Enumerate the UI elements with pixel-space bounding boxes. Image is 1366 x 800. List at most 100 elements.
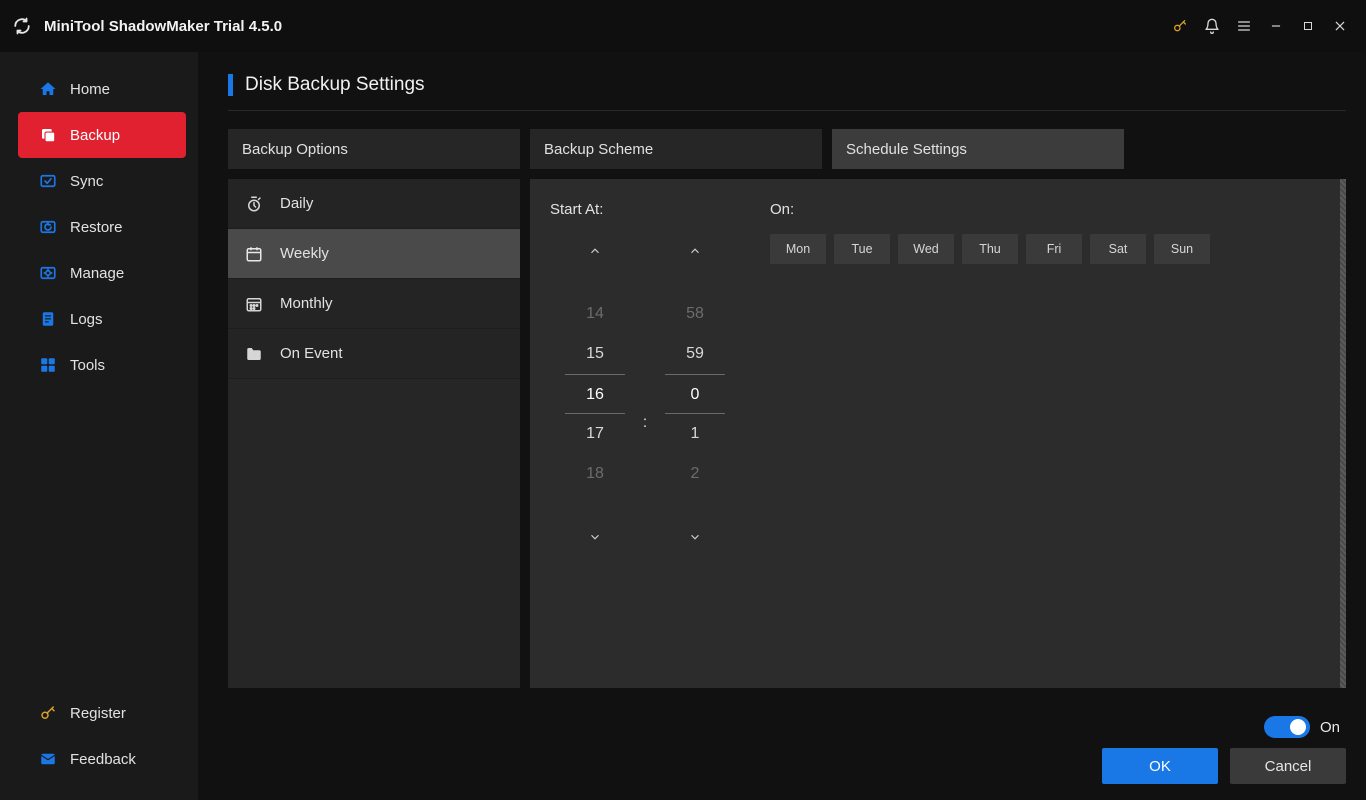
- on-days-block: On: Mon Tue Wed Thu Fri Sat Sun: [770, 201, 1210, 668]
- page-title: Disk Backup Settings: [245, 74, 425, 96]
- sidebar-item-manage[interactable]: Manage: [0, 250, 198, 296]
- app-title: MiniTool ShadowMaker Trial 4.5.0: [44, 18, 282, 35]
- logs-icon: [38, 309, 58, 329]
- minute-selected[interactable]: 0: [665, 374, 725, 414]
- day-button-wed[interactable]: Wed: [898, 234, 954, 264]
- day-buttons: Mon Tue Wed Thu Fri Sat Sun: [770, 234, 1210, 264]
- clock-icon: [244, 194, 264, 214]
- hour-up-button[interactable]: [588, 234, 602, 268]
- tab-row: Backup Options Backup Scheme Schedule Se…: [228, 129, 1346, 169]
- tab-backup-options[interactable]: Backup Options: [228, 129, 520, 169]
- sidebar-item-feedback[interactable]: Feedback: [0, 736, 198, 782]
- app-logo-icon: [12, 16, 32, 36]
- tab-backup-scheme[interactable]: Backup Scheme: [530, 129, 822, 169]
- tab-label: Schedule Settings: [846, 141, 967, 158]
- minute-up-button[interactable]: [688, 234, 702, 268]
- calendar-week-icon: [244, 244, 264, 264]
- minute-column: 58 59 0 1 2: [650, 234, 740, 554]
- sidebar-item-logs[interactable]: Logs: [0, 296, 198, 342]
- toggle-label: On: [1320, 719, 1340, 736]
- manage-icon: [38, 263, 58, 283]
- day-label: Sun: [1171, 242, 1193, 256]
- menu-icon[interactable]: [1230, 12, 1258, 40]
- home-icon: [38, 79, 58, 99]
- day-button-fri[interactable]: Fri: [1026, 234, 1082, 264]
- start-at-block: Start At: 14 15 16 17 18: [550, 201, 740, 668]
- schedule-type-on-event[interactable]: On Event: [228, 329, 520, 379]
- hour-minus2[interactable]: 14: [565, 294, 625, 334]
- button-label: Cancel: [1265, 758, 1312, 775]
- sync-icon: [38, 171, 58, 191]
- minimize-button[interactable]: [1262, 12, 1290, 40]
- sidebar-item-backup[interactable]: Backup: [18, 112, 186, 158]
- sidebar-item-label: Feedback: [70, 751, 136, 768]
- sidebar-item-label: Home: [70, 81, 110, 98]
- hour-selected[interactable]: 16: [565, 374, 625, 414]
- start-at-label: Start At:: [550, 201, 740, 218]
- day-button-sat[interactable]: Sat: [1090, 234, 1146, 264]
- sidebar-item-home[interactable]: Home: [0, 66, 198, 112]
- cancel-button[interactable]: Cancel: [1230, 748, 1346, 784]
- hour-plus2[interactable]: 18: [565, 454, 625, 494]
- footer: On: [228, 688, 1346, 738]
- minute-down-button[interactable]: [688, 520, 702, 554]
- schedule-type-daily[interactable]: Daily: [228, 179, 520, 229]
- sidebar-item-restore[interactable]: Restore: [0, 204, 198, 250]
- schedule-type-label: Weekly: [280, 245, 329, 262]
- hour-plus1[interactable]: 17: [565, 414, 625, 454]
- hour-minus1[interactable]: 15: [565, 334, 625, 374]
- time-separator: :: [640, 414, 650, 432]
- minute-minus1[interactable]: 59: [665, 334, 725, 374]
- time-picker: 14 15 16 17 18 :: [550, 234, 740, 554]
- tools-icon: [38, 355, 58, 375]
- sidebar-item-label: Backup: [70, 127, 120, 144]
- scrollbar[interactable]: [1340, 179, 1346, 688]
- minute-plus2[interactable]: 2: [665, 454, 725, 494]
- sidebar-item-label: Register: [70, 705, 126, 722]
- day-label: Wed: [913, 242, 938, 256]
- sidebar-item-label: Tools: [70, 357, 105, 374]
- folder-icon: [244, 344, 264, 364]
- day-button-tue[interactable]: Tue: [834, 234, 890, 264]
- day-button-thu[interactable]: Thu: [962, 234, 1018, 264]
- day-label: Thu: [979, 242, 1001, 256]
- schedule-type-list: Daily Weekly Monthly: [228, 179, 520, 688]
- notification-icon[interactable]: [1198, 12, 1226, 40]
- mail-icon: [38, 749, 58, 769]
- page-header: Disk Backup Settings: [228, 74, 1346, 111]
- sidebar-item-tools[interactable]: Tools: [0, 342, 198, 388]
- calendar-month-icon: [244, 294, 264, 314]
- schedule-type-monthly[interactable]: Monthly: [228, 279, 520, 329]
- button-label: OK: [1149, 758, 1171, 775]
- day-label: Mon: [786, 242, 810, 256]
- sidebar-item-label: Logs: [70, 311, 103, 328]
- schedule-type-label: Monthly: [280, 295, 333, 312]
- schedule-type-label: Daily: [280, 195, 313, 212]
- day-label: Sat: [1109, 242, 1128, 256]
- hour-column: 14 15 16 17 18: [550, 234, 640, 554]
- hour-down-button[interactable]: [588, 520, 602, 554]
- backup-icon: [38, 125, 58, 145]
- sidebar: Home Backup Sync Restore Manage: [0, 52, 198, 800]
- upgrade-key-icon[interactable]: [1166, 12, 1194, 40]
- day-button-mon[interactable]: Mon: [770, 234, 826, 264]
- key-icon: [38, 703, 58, 723]
- sidebar-item-label: Manage: [70, 265, 124, 282]
- sidebar-item-sync[interactable]: Sync: [0, 158, 198, 204]
- close-button[interactable]: [1326, 12, 1354, 40]
- maximize-button[interactable]: [1294, 12, 1322, 40]
- schedule-type-label: On Event: [280, 345, 343, 362]
- minute-plus1[interactable]: 1: [665, 414, 725, 454]
- minute-minus2[interactable]: 58: [665, 294, 725, 334]
- day-button-sun[interactable]: Sun: [1154, 234, 1210, 264]
- schedule-toggle[interactable]: [1264, 716, 1310, 738]
- day-label: Fri: [1047, 242, 1062, 256]
- header-accent-bar: [228, 74, 233, 96]
- tab-label: Backup Scheme: [544, 141, 653, 158]
- ok-button[interactable]: OK: [1102, 748, 1218, 784]
- tab-schedule-settings[interactable]: Schedule Settings: [832, 129, 1124, 169]
- titlebar: MiniTool ShadowMaker Trial 4.5.0: [0, 0, 1366, 52]
- schedule-type-weekly[interactable]: Weekly: [228, 229, 520, 279]
- sidebar-item-register[interactable]: Register: [0, 690, 198, 736]
- sidebar-item-label: Sync: [70, 173, 103, 190]
